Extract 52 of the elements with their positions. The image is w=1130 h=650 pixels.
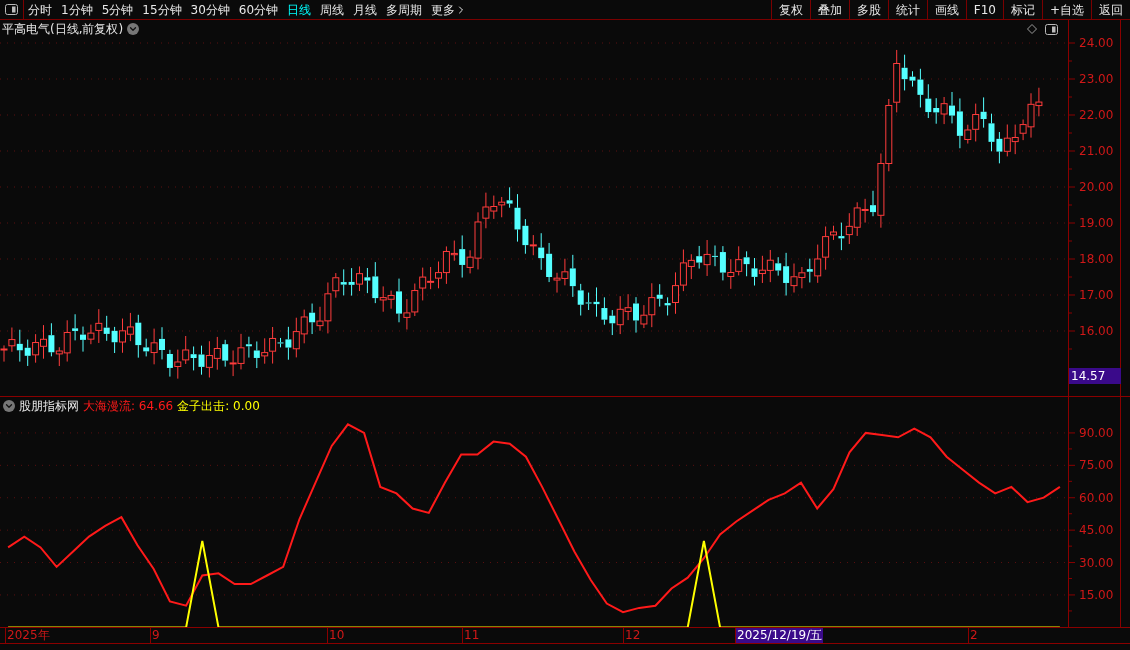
toolbar-button[interactable]: 统计 xyxy=(887,0,927,19)
axis-label: 18.00 xyxy=(1079,252,1114,266)
axis-label: 23.00 xyxy=(1079,72,1114,86)
toolbar-button[interactable]: 画线 xyxy=(926,0,966,19)
period-tab[interactable]: 多周期 xyxy=(386,0,423,19)
toolbar-button[interactable]: 多股 xyxy=(848,0,888,19)
date-label: 10 xyxy=(327,628,346,643)
period-tab[interactable]: 日线 xyxy=(287,0,312,19)
legend-item: 金子出击: 0.00 xyxy=(177,398,260,415)
period-tab[interactable]: 60分钟 xyxy=(238,0,279,19)
indicator-name: 股朋指标网 xyxy=(19,398,79,415)
legend-item: 大海漫流: 64.66 xyxy=(83,398,174,415)
last-price-tag: 14.57 xyxy=(1069,368,1121,384)
period-tab[interactable]: 1分钟 xyxy=(61,0,93,19)
axis-label: 24.00 xyxy=(1079,36,1114,50)
axis-label: 15.00 xyxy=(1079,587,1114,602)
date-label: 12 xyxy=(623,628,642,643)
toolbar-button[interactable]: +自选 xyxy=(1041,0,1091,19)
axis-label: 16.00 xyxy=(1079,324,1114,338)
more-menu[interactable]: 更多 xyxy=(431,0,468,19)
toolbar-button[interactable]: F10 xyxy=(965,0,1003,19)
panel-toggle-icon[interactable] xyxy=(1045,23,1058,35)
axis-label: 22.00 xyxy=(1079,108,1114,122)
axis-label: 45.00 xyxy=(1079,523,1114,538)
diamond-icon[interactable] xyxy=(1027,24,1037,34)
period-tab[interactable]: 5分钟 xyxy=(101,0,134,19)
axis-label: 17.00 xyxy=(1079,288,1114,302)
toolbar-button[interactable]: 返回 xyxy=(1091,0,1130,19)
axis-label: 90.00 xyxy=(1079,425,1114,440)
axis-label: 75.00 xyxy=(1079,458,1114,473)
period-tab[interactable]: 周线 xyxy=(320,0,345,19)
toolbar-button[interactable]: 叠加 xyxy=(809,0,849,19)
panel-toggle-icon[interactable] xyxy=(5,4,18,15)
dropdown-icon[interactable] xyxy=(3,400,15,412)
axis-label: 20.00 xyxy=(1079,180,1114,194)
period-tab[interactable]: 30分钟 xyxy=(190,0,230,19)
period-tab[interactable]: 分时 xyxy=(28,0,52,19)
date-label: 2025年 xyxy=(5,628,51,643)
date-label: 9 xyxy=(150,628,161,643)
period-tab[interactable]: 15分钟 xyxy=(142,0,182,19)
toolbar-button[interactable]: 复权 xyxy=(770,0,810,19)
axis-label: 30.00 xyxy=(1079,555,1114,570)
date-label: 2025/12/19/五 xyxy=(735,628,824,643)
stock-title: 平高电气(日线,前复权) xyxy=(2,21,124,38)
axis-label: 21.00 xyxy=(1079,144,1114,158)
date-label: 2 xyxy=(968,628,979,643)
date-label: 11 xyxy=(462,628,481,643)
toolbar-button[interactable]: 标记 xyxy=(1002,0,1042,19)
axis-label: 60.00 xyxy=(1079,490,1114,505)
period-tab[interactable]: 月线 xyxy=(353,0,378,19)
dropdown-icon[interactable] xyxy=(127,23,140,35)
axis-label: 19.00 xyxy=(1079,216,1114,230)
